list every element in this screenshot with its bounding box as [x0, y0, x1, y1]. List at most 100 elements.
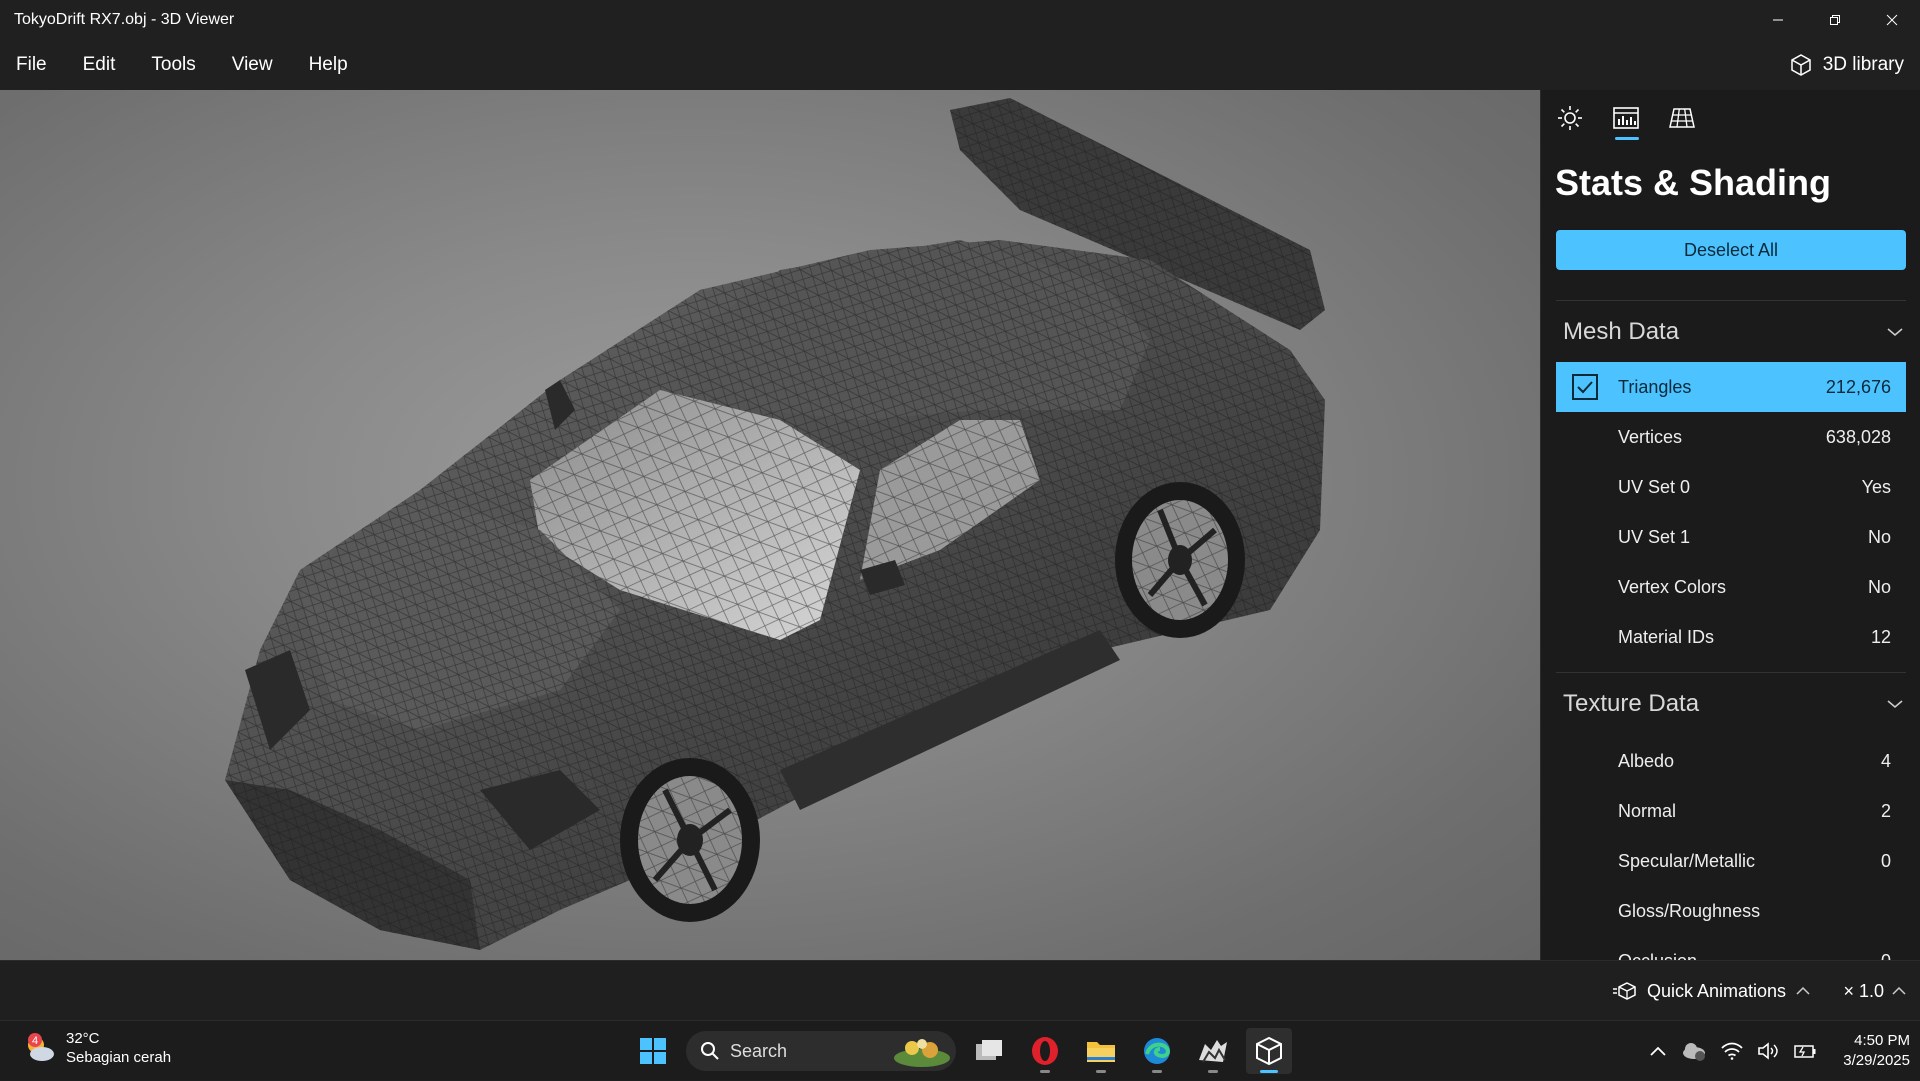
battery-icon[interactable]	[1793, 1042, 1817, 1060]
row-label: Vertex Colors	[1618, 576, 1727, 597]
chevron-up-icon[interactable]	[1649, 1045, 1667, 1057]
restore-icon	[1829, 15, 1840, 25]
row-value: 12	[1870, 626, 1891, 647]
edge-icon	[1144, 1038, 1171, 1064]
wifi-icon[interactable]	[1721, 1042, 1743, 1060]
texture-row-occlusion[interactable]: Occlusion 0	[1556, 936, 1906, 961]
file-explorer-app[interactable]	[1078, 1028, 1124, 1074]
taskbar-search[interactable]: Search	[686, 1031, 956, 1071]
stats-icon	[1613, 107, 1639, 129]
grid-icon	[1669, 108, 1695, 128]
row-value: 0	[1881, 951, 1891, 961]
stats-shading-panel: Stats & Shading Deselect All Mesh Data T…	[1540, 90, 1920, 960]
quick-animations-button[interactable]: Quick Animations	[1612, 961, 1810, 1021]
chevron-down-icon	[1887, 700, 1903, 709]
texture-row-albedo[interactable]: Albedo 4	[1556, 736, 1906, 786]
texture-row-specular-metallic[interactable]: Specular/Metallic 0	[1556, 836, 1906, 886]
title-bar: TokyoDrift RX7.obj - 3D Viewer	[0, 0, 1920, 40]
speed-value: × 1.0	[1843, 980, 1884, 1001]
row-value: 4	[1880, 750, 1891, 771]
rhino-app[interactable]	[1190, 1028, 1236, 1074]
chevron-up-icon	[1796, 986, 1810, 995]
close-button[interactable]	[1863, 0, 1920, 40]
texture-data-header[interactable]: Texture Data	[1563, 690, 1903, 718]
weather-widget[interactable]: 4 32°C Sebagian cerah	[22, 1029, 171, 1067]
front-wheel	[620, 758, 760, 922]
menu-view[interactable]: View	[214, 40, 291, 90]
menu-tools[interactable]: Tools	[133, 40, 213, 90]
volume-icon[interactable]	[1757, 1042, 1779, 1060]
opera-app[interactable]	[1022, 1028, 1068, 1074]
car-wireframe-model[interactable]	[0, 90, 1540, 960]
mesh-row-uv-set-0[interactable]: UV Set 0 Yes	[1556, 462, 1906, 512]
menu-file[interactable]: File	[0, 40, 65, 90]
3d-viewer-app[interactable]	[1246, 1028, 1292, 1074]
running-indicator	[1260, 1070, 1278, 1073]
onedrive-icon[interactable]	[1681, 1040, 1707, 1062]
deselect-all-button[interactable]: Deselect All	[1556, 230, 1906, 270]
row-value: No	[1867, 526, 1891, 547]
window-title: TokyoDrift RX7.obj - 3D Viewer	[14, 11, 235, 28]
opera-icon	[1032, 1037, 1058, 1065]
folder-icon	[1087, 1042, 1115, 1062]
weather-badge: 4	[32, 1035, 38, 1047]
mesh-data-header[interactable]: Mesh Data	[1563, 318, 1903, 346]
system-tray: 4:50 PM 3/29/2025	[1649, 1021, 1910, 1081]
menu-help[interactable]: Help	[291, 40, 366, 90]
edge-app[interactable]	[1134, 1028, 1180, 1074]
menu-edit[interactable]: Edit	[65, 40, 134, 90]
mesh-row-vertices[interactable]: Vertices 638,028	[1556, 412, 1906, 462]
tab-grid[interactable]	[1665, 100, 1699, 136]
minimize-icon	[1772, 19, 1783, 21]
menu-bar: File Edit Tools View Help	[0, 40, 1920, 90]
weather-temp: 32°C	[66, 1030, 100, 1047]
rhino-icon	[1199, 1040, 1227, 1063]
checkmark-icon	[1577, 381, 1593, 394]
search-icon	[701, 1042, 719, 1060]
minimize-button[interactable]	[1749, 0, 1806, 40]
panel-tabs	[1553, 100, 1699, 140]
tab-stats[interactable]	[1609, 100, 1643, 140]
divider	[1556, 300, 1906, 301]
sun-icon	[1558, 106, 1582, 130]
start-button[interactable]	[630, 1028, 676, 1074]
taskbar-apps: Search	[630, 1027, 1292, 1075]
3d-viewport[interactable]	[0, 90, 1540, 960]
row-value: 0	[1880, 850, 1891, 871]
restore-button[interactable]	[1806, 0, 1863, 40]
row-label: Vertices	[1618, 426, 1683, 447]
mesh-row-vertex-colors[interactable]: Vertex Colors No	[1556, 562, 1906, 612]
running-indicator	[1040, 1070, 1050, 1073]
row-value: No	[1867, 576, 1891, 597]
row-label: Albedo	[1618, 750, 1675, 771]
cube-icon	[1790, 54, 1811, 76]
search-highlight-icon	[894, 1039, 950, 1067]
mesh-row-material-ids[interactable]: Material IDs 12	[1556, 612, 1906, 662]
animation-bar: Quick Animations × 1.0	[0, 960, 1920, 1020]
row-value: 2	[1880, 800, 1891, 821]
search-placeholder: Search	[730, 1040, 788, 1061]
row-label: Gloss/Roughness	[1618, 900, 1761, 921]
animation-cube-icon	[1612, 982, 1636, 1000]
partly-cloudy-icon: 4	[28, 1033, 54, 1061]
tab-lighting[interactable]	[1553, 100, 1587, 136]
chevron-up-icon	[1892, 986, 1906, 995]
running-indicator	[1096, 1070, 1106, 1073]
animation-speed-button[interactable]: × 1.0	[1843, 961, 1906, 1021]
task-view-button[interactable]	[966, 1028, 1012, 1074]
row-label: Occlusion	[1618, 951, 1697, 961]
running-indicator	[1152, 1070, 1162, 1073]
clock[interactable]: 4:50 PM 3/29/2025	[1843, 1031, 1910, 1071]
mesh-row-triangles[interactable]: Triangles 212,676	[1556, 362, 1906, 412]
close-icon	[1886, 14, 1897, 26]
chevron-down-icon	[1887, 328, 1903, 337]
divider	[1556, 672, 1906, 673]
row-label: UV Set 0	[1618, 476, 1691, 497]
texture-row-gloss-roughness[interactable]: Gloss/Roughness	[1556, 886, 1906, 936]
texture-row-normal[interactable]: Normal 2	[1556, 786, 1906, 836]
triangles-checkbox[interactable]	[1572, 374, 1598, 400]
mesh-row-uv-set-1[interactable]: UV Set 1 No	[1556, 512, 1906, 562]
3d-library-button[interactable]: 3D library	[1789, 40, 1904, 90]
panel-title: Stats & Shading	[1555, 162, 1832, 203]
taskbar: 4 32°C Sebagian cerah Search 4:50 PM 3/2…	[0, 1020, 1920, 1080]
